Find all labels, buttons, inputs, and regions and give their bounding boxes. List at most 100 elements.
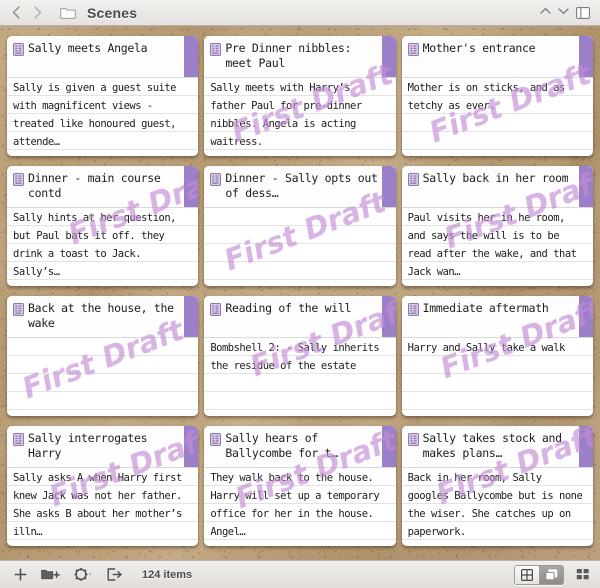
chevron-right-icon xyxy=(34,6,42,19)
card-body[interactable]: They walk back to the house. Harry will … xyxy=(204,468,396,546)
view-mode-segmented-control[interactable] xyxy=(514,564,564,585)
grid-view-icon xyxy=(521,568,533,581)
card-header: Dinner - Sally opts out of dess… xyxy=(204,166,396,208)
chevron-left-icon xyxy=(12,6,20,19)
chevron-up-icon xyxy=(540,7,551,14)
card-header: Sally takes stock and makes plans… xyxy=(401,426,593,468)
card-title: Mother's entrance xyxy=(422,41,536,55)
card-label-strip xyxy=(578,36,593,77)
card-synopsis: Back in her room, Sally googles Ballycom… xyxy=(407,472,589,538)
card-title: Sally back in her room xyxy=(422,171,569,185)
card-title: Back at the house, the wake xyxy=(28,301,181,330)
collapse-down-button[interactable] xyxy=(558,7,569,18)
document-icon xyxy=(407,433,419,451)
index-card[interactable]: Pre Dinner nibbles: meet Paul Sally meet… xyxy=(204,36,396,156)
index-card[interactable]: Sally takes stock and makes plans… Back … xyxy=(401,426,593,546)
card-body[interactable]: Back in her room, Sally googles Ballycom… xyxy=(401,468,593,546)
new-folder-icon xyxy=(41,569,60,580)
add-button[interactable] xyxy=(7,565,34,585)
document-icon xyxy=(210,173,222,191)
card-label-strip xyxy=(578,426,593,467)
card-title: Dinner - main course contd xyxy=(28,171,168,200)
export-button[interactable] xyxy=(100,565,130,585)
document-icon xyxy=(13,173,24,191)
document-icon xyxy=(407,173,419,191)
document-icon xyxy=(407,303,419,321)
card-header: Sally interrogates Harry xyxy=(7,426,199,468)
card-title: Sally interrogates Harry xyxy=(28,431,154,460)
index-card[interactable]: Dinner - Sally opts out of dess… First D… xyxy=(204,166,396,286)
window-titlebar: Scenes xyxy=(0,0,600,26)
folder-icon xyxy=(60,8,76,19)
index-card[interactable]: Mother's entrance Mother is on sticks, a… xyxy=(401,36,593,156)
cards-view-button[interactable] xyxy=(539,565,563,584)
card-body[interactable]: Sally hints at her question, but Paul ba… xyxy=(7,208,199,286)
layout-options-button[interactable] xyxy=(573,566,593,584)
view-mode-controls xyxy=(514,564,593,585)
scrivener-corkboard-window: Scenes Sally meets Angela Sally is given… xyxy=(0,0,600,588)
document-icon xyxy=(13,43,24,61)
split-view-button[interactable] xyxy=(576,6,590,19)
card-grid: Sally meets Angela Sally is given a gues… xyxy=(0,26,600,552)
page-title: Scenes xyxy=(87,4,138,21)
gear-icon xyxy=(74,568,92,581)
card-synopsis: Paul visits her in he room, and says the… xyxy=(407,212,583,278)
card-title: Pre Dinner nibbles: meet Paul xyxy=(225,41,358,70)
card-body[interactable]: Bombshell 2: - Sally inherits the residu… xyxy=(204,338,396,416)
card-label-strip xyxy=(578,166,593,207)
index-card[interactable]: Sally interrogates Harry Sally asks A wh… xyxy=(7,426,199,546)
document-icon xyxy=(407,43,419,61)
document-icon xyxy=(210,43,222,61)
index-card[interactable]: Reading of the will Bombshell 2: - Sally… xyxy=(204,296,396,416)
index-card[interactable]: Back at the house, the wake First Draft xyxy=(7,296,199,416)
card-label-strip xyxy=(184,296,199,337)
collapse-up-button[interactable] xyxy=(540,7,551,18)
card-header: Dinner - main course contd xyxy=(7,166,199,208)
card-label-strip xyxy=(381,426,396,467)
split-view-icon xyxy=(576,6,590,19)
back-button[interactable] xyxy=(8,4,24,22)
card-header: Mother's entrance xyxy=(401,36,593,78)
index-card[interactable]: Immediate aftermath Harry and Sally take… xyxy=(401,296,593,416)
card-body[interactable] xyxy=(7,338,199,416)
document-icon xyxy=(210,433,222,451)
document-icon xyxy=(13,303,24,321)
card-synopsis: Sally meets with Harry’s father Paul for… xyxy=(210,82,368,148)
card-label-strip xyxy=(381,166,396,207)
index-card[interactable]: Sally back in her room Paul visits her i… xyxy=(401,166,593,286)
card-body[interactable]: Sally meets with Harry’s father Paul for… xyxy=(204,78,396,156)
card-header: Sally back in her room xyxy=(401,166,593,208)
card-body[interactable]: Paul visits her in he room, and says the… xyxy=(401,208,593,286)
bottom-toolbar: 124 items xyxy=(0,560,600,588)
item-count: 124 items xyxy=(142,568,193,581)
index-card[interactable]: Dinner - main course contd Sally hints a… xyxy=(7,166,199,286)
card-synopsis: Sally asks A when Harry first knew Jack … xyxy=(13,472,188,538)
card-synopsis: They walk back to the house. Harry will … xyxy=(210,472,385,538)
card-synopsis: Mother is on sticks, and as tetchy as ev… xyxy=(407,82,571,112)
corkboard[interactable]: Sally meets Angela Sally is given a gues… xyxy=(0,26,600,560)
card-synopsis: Sally hints at her question, but Paul ba… xyxy=(13,212,182,278)
card-header: Pre Dinner nibbles: meet Paul xyxy=(204,36,396,78)
add-folder-button[interactable] xyxy=(34,565,67,585)
card-body[interactable]: Harry and Sally take a walk xyxy=(401,338,593,416)
card-synopsis: Bombshell 2: - Sally inherits the residu… xyxy=(210,342,385,372)
card-title: Immediate aftermath xyxy=(422,301,549,315)
settings-button[interactable] xyxy=(67,565,100,585)
card-label-strip xyxy=(184,426,199,467)
forward-button[interactable] xyxy=(30,4,46,22)
export-icon xyxy=(107,568,122,581)
card-body[interactable] xyxy=(204,208,396,286)
card-header: Reading of the will xyxy=(204,296,396,338)
card-title: Sally hears of Ballycombe for t… xyxy=(225,431,338,460)
card-title: Reading of the will xyxy=(225,301,352,315)
index-card[interactable]: Sally meets Angela Sally is given a gues… xyxy=(7,36,199,156)
card-body[interactable]: Mother is on sticks, and as tetchy as ev… xyxy=(401,78,593,156)
index-card[interactable]: Sally hears of Ballycombe for t… They wa… xyxy=(204,426,396,546)
chevron-down-icon xyxy=(558,8,569,15)
card-body[interactable]: Sally asks A when Harry first knew Jack … xyxy=(7,468,199,546)
card-header: Sally hears of Ballycombe for t… xyxy=(204,426,396,468)
card-label-strip xyxy=(578,296,593,337)
card-body[interactable]: Sally is given a guest suite with magnif… xyxy=(7,78,199,156)
grid-view-button[interactable] xyxy=(515,565,539,584)
card-title: Sally meets Angela xyxy=(28,41,148,55)
